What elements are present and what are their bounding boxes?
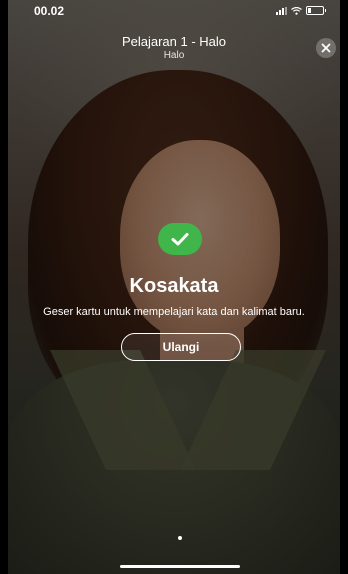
wifi-icon [291, 6, 302, 15]
status-time: 00.02 [34, 4, 65, 18]
status-bar: 00.02 [0, 0, 348, 24]
lesson-subtitle: Halo [163, 50, 185, 61]
close-icon [321, 43, 331, 53]
close-button[interactable] [316, 38, 336, 58]
signal-icon [276, 6, 287, 15]
lesson-title: Pelajaran 1 - Halo [121, 34, 227, 49]
status-icons [276, 6, 326, 15]
card-description: Geser kartu untuk mempelajari kata dan k… [43, 306, 305, 318]
home-indicator[interactable] [120, 565, 240, 568]
checkmark-icon [171, 233, 189, 246]
card-heading: Kosakata [129, 275, 219, 297]
repeat-button[interactable]: Ulangi [121, 333, 241, 361]
page-indicator-dot [178, 536, 182, 540]
completion-badge [158, 223, 202, 255]
battery-icon [306, 6, 326, 15]
app-screen: 00.02 Pelajaran 1 - Halo Halo Kosakata G… [0, 0, 348, 574]
